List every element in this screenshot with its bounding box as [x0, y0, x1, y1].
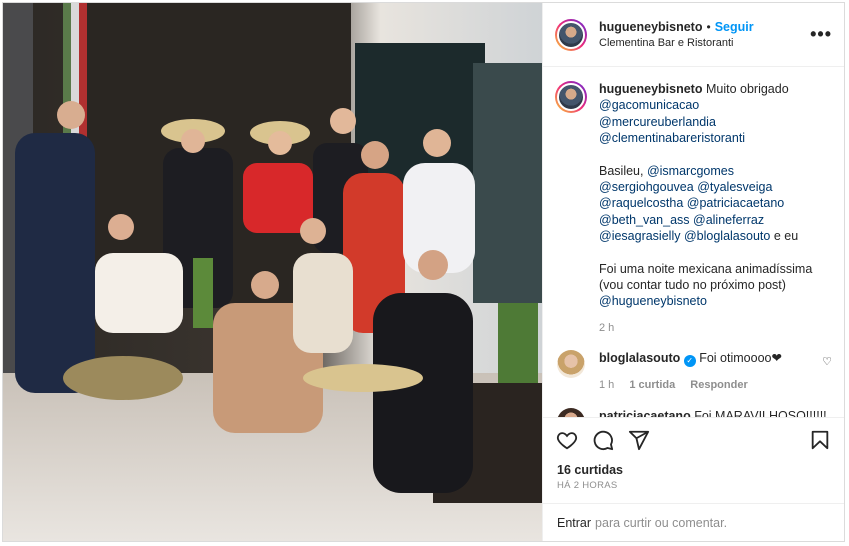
post-header: hugueneybisneto • Seguir Clementina Bar e …: [543, 3, 844, 67]
mention-link[interactable]: @beth_van_ass: [599, 213, 690, 227]
post-sidebar: hugueneybisneto • Seguir Clementina Bar e …: [542, 3, 844, 541]
caption-outro-2: (vou contar tudo no próximo post): [599, 278, 786, 293]
mention-link[interactable]: @raquelcostha: [599, 196, 683, 210]
mention-link[interactable]: @patriciacaetano: [687, 196, 784, 210]
mention-link[interactable]: @sergiohgouvea: [599, 180, 694, 194]
caption-intro: Muito obrigado: [705, 82, 789, 96]
login-prompt: Entrar para curtir ou comentar.: [543, 503, 844, 541]
mention-link[interactable]: @tyalesveiga: [697, 180, 772, 194]
comment-body: patriciacaetano Foi MARAVILHOSO!!!!!!: [599, 408, 832, 417]
reply-button[interactable]: Responder: [690, 379, 747, 391]
caption-mentions-line: @iesagrasielly @bloglalasouto e eu: [599, 228, 832, 244]
caption-meta: 2 h: [599, 320, 832, 336]
comment-time[interactable]: 1 h: [599, 379, 614, 391]
caption-text: hugueneybisneto Muito obrigado @gacomuni…: [599, 81, 832, 336]
post-photo[interactable]: [3, 3, 542, 541]
share-icon[interactable]: [627, 428, 651, 452]
comments-section[interactable]: hugueneybisneto Muito obrigado @gacomuni…: [543, 67, 844, 417]
author-info: hugueneybisneto • Seguir Clementina Bar e …: [599, 19, 810, 51]
heart-icon[interactable]: [555, 428, 579, 452]
likes-section: 16 curtidas HÁ 2 HORAS: [543, 461, 844, 493]
caption-time[interactable]: 2 h: [599, 322, 614, 334]
mention-link[interactable]: @mercureuberlandia: [599, 114, 832, 130]
login-link[interactable]: Entrar: [557, 516, 591, 530]
comment-text: Foi otimoooo❤: [699, 351, 782, 366]
follow-button[interactable]: Seguir: [715, 20, 754, 34]
comment-text: Foi MARAVILHOSO!!!!!!: [694, 408, 827, 417]
author-avatar[interactable]: [555, 18, 587, 51]
caption-mentions-line: @raquelcostha @patriciacaetano: [599, 195, 832, 211]
caption-suffix: e eu: [773, 229, 799, 244]
mention-link[interactable]: @bloglalasouto: [684, 229, 770, 243]
caption-author[interactable]: hugueneybisneto: [599, 82, 702, 96]
likes-count[interactable]: 16 curtidas: [557, 461, 830, 479]
caption-outro-1: Foi uma noite mexicana animadíssima: [599, 261, 813, 276]
caption-mentions-line: Basileu, @ismarcgomes: [599, 163, 832, 179]
verified-badge-icon: ✓: [683, 355, 696, 368]
comment-author[interactable]: bloglalasouto: [599, 351, 680, 365]
commenter-avatar[interactable]: [557, 350, 585, 379]
bookmark-icon[interactable]: [808, 428, 832, 452]
location-link[interactable]: Clementina Bar e Ristoranti: [599, 35, 810, 51]
comment-icon[interactable]: [591, 428, 615, 452]
caption-basileu: Basileu,: [599, 163, 644, 178]
mention-link[interactable]: @alineferraz: [693, 213, 764, 227]
commenter-avatar[interactable]: [557, 407, 585, 417]
comment-like-icon[interactable]: ♡: [822, 354, 832, 370]
mention-link[interactable]: @gacomunicacao: [599, 97, 832, 113]
mention-link[interactable]: @hugueneybisneto: [599, 293, 832, 309]
caption-mentions-line: @sergiohgouvea @tyalesveiga: [599, 179, 832, 195]
instagram-post: hugueneybisneto • Seguir Clementina Bar e …: [2, 2, 845, 542]
comment-item: bloglalasouto ✓ Foi otimoooo❤ ♡ 1 h 1 cu…: [555, 350, 832, 393]
more-options-icon[interactable]: •••: [810, 24, 832, 45]
author-username[interactable]: hugueneybisneto: [599, 20, 702, 34]
comment-likes[interactable]: 1 curtida: [629, 379, 675, 391]
comment-author[interactable]: patriciacaetano: [599, 409, 691, 417]
mention-link[interactable]: @iesagrasielly: [599, 229, 680, 243]
comment-meta: 1 h 1 curtida Responder: [599, 377, 832, 393]
mention-link[interactable]: @ismarcgomes: [647, 164, 734, 178]
caption-avatar[interactable]: [555, 81, 587, 113]
comment-body: bloglalasouto ✓ Foi otimoooo❤ ♡ 1 h 1 cu…: [599, 350, 832, 393]
mention-link[interactable]: @clementinabareristoranti: [599, 130, 832, 146]
post-timestamp[interactable]: HÁ 2 HORAS: [557, 479, 830, 493]
caption-mentions-line: @beth_van_ass @alineferraz: [599, 212, 832, 228]
login-prompt-text: para curtir ou comentar.: [595, 515, 728, 530]
comment-item: patriciacaetano Foi MARAVILHOSO!!!!!!: [555, 407, 832, 417]
caption: hugueneybisneto Muito obrigado @gacomuni…: [555, 81, 832, 336]
action-bar: [543, 417, 844, 461]
separator-dot: •: [706, 19, 711, 34]
